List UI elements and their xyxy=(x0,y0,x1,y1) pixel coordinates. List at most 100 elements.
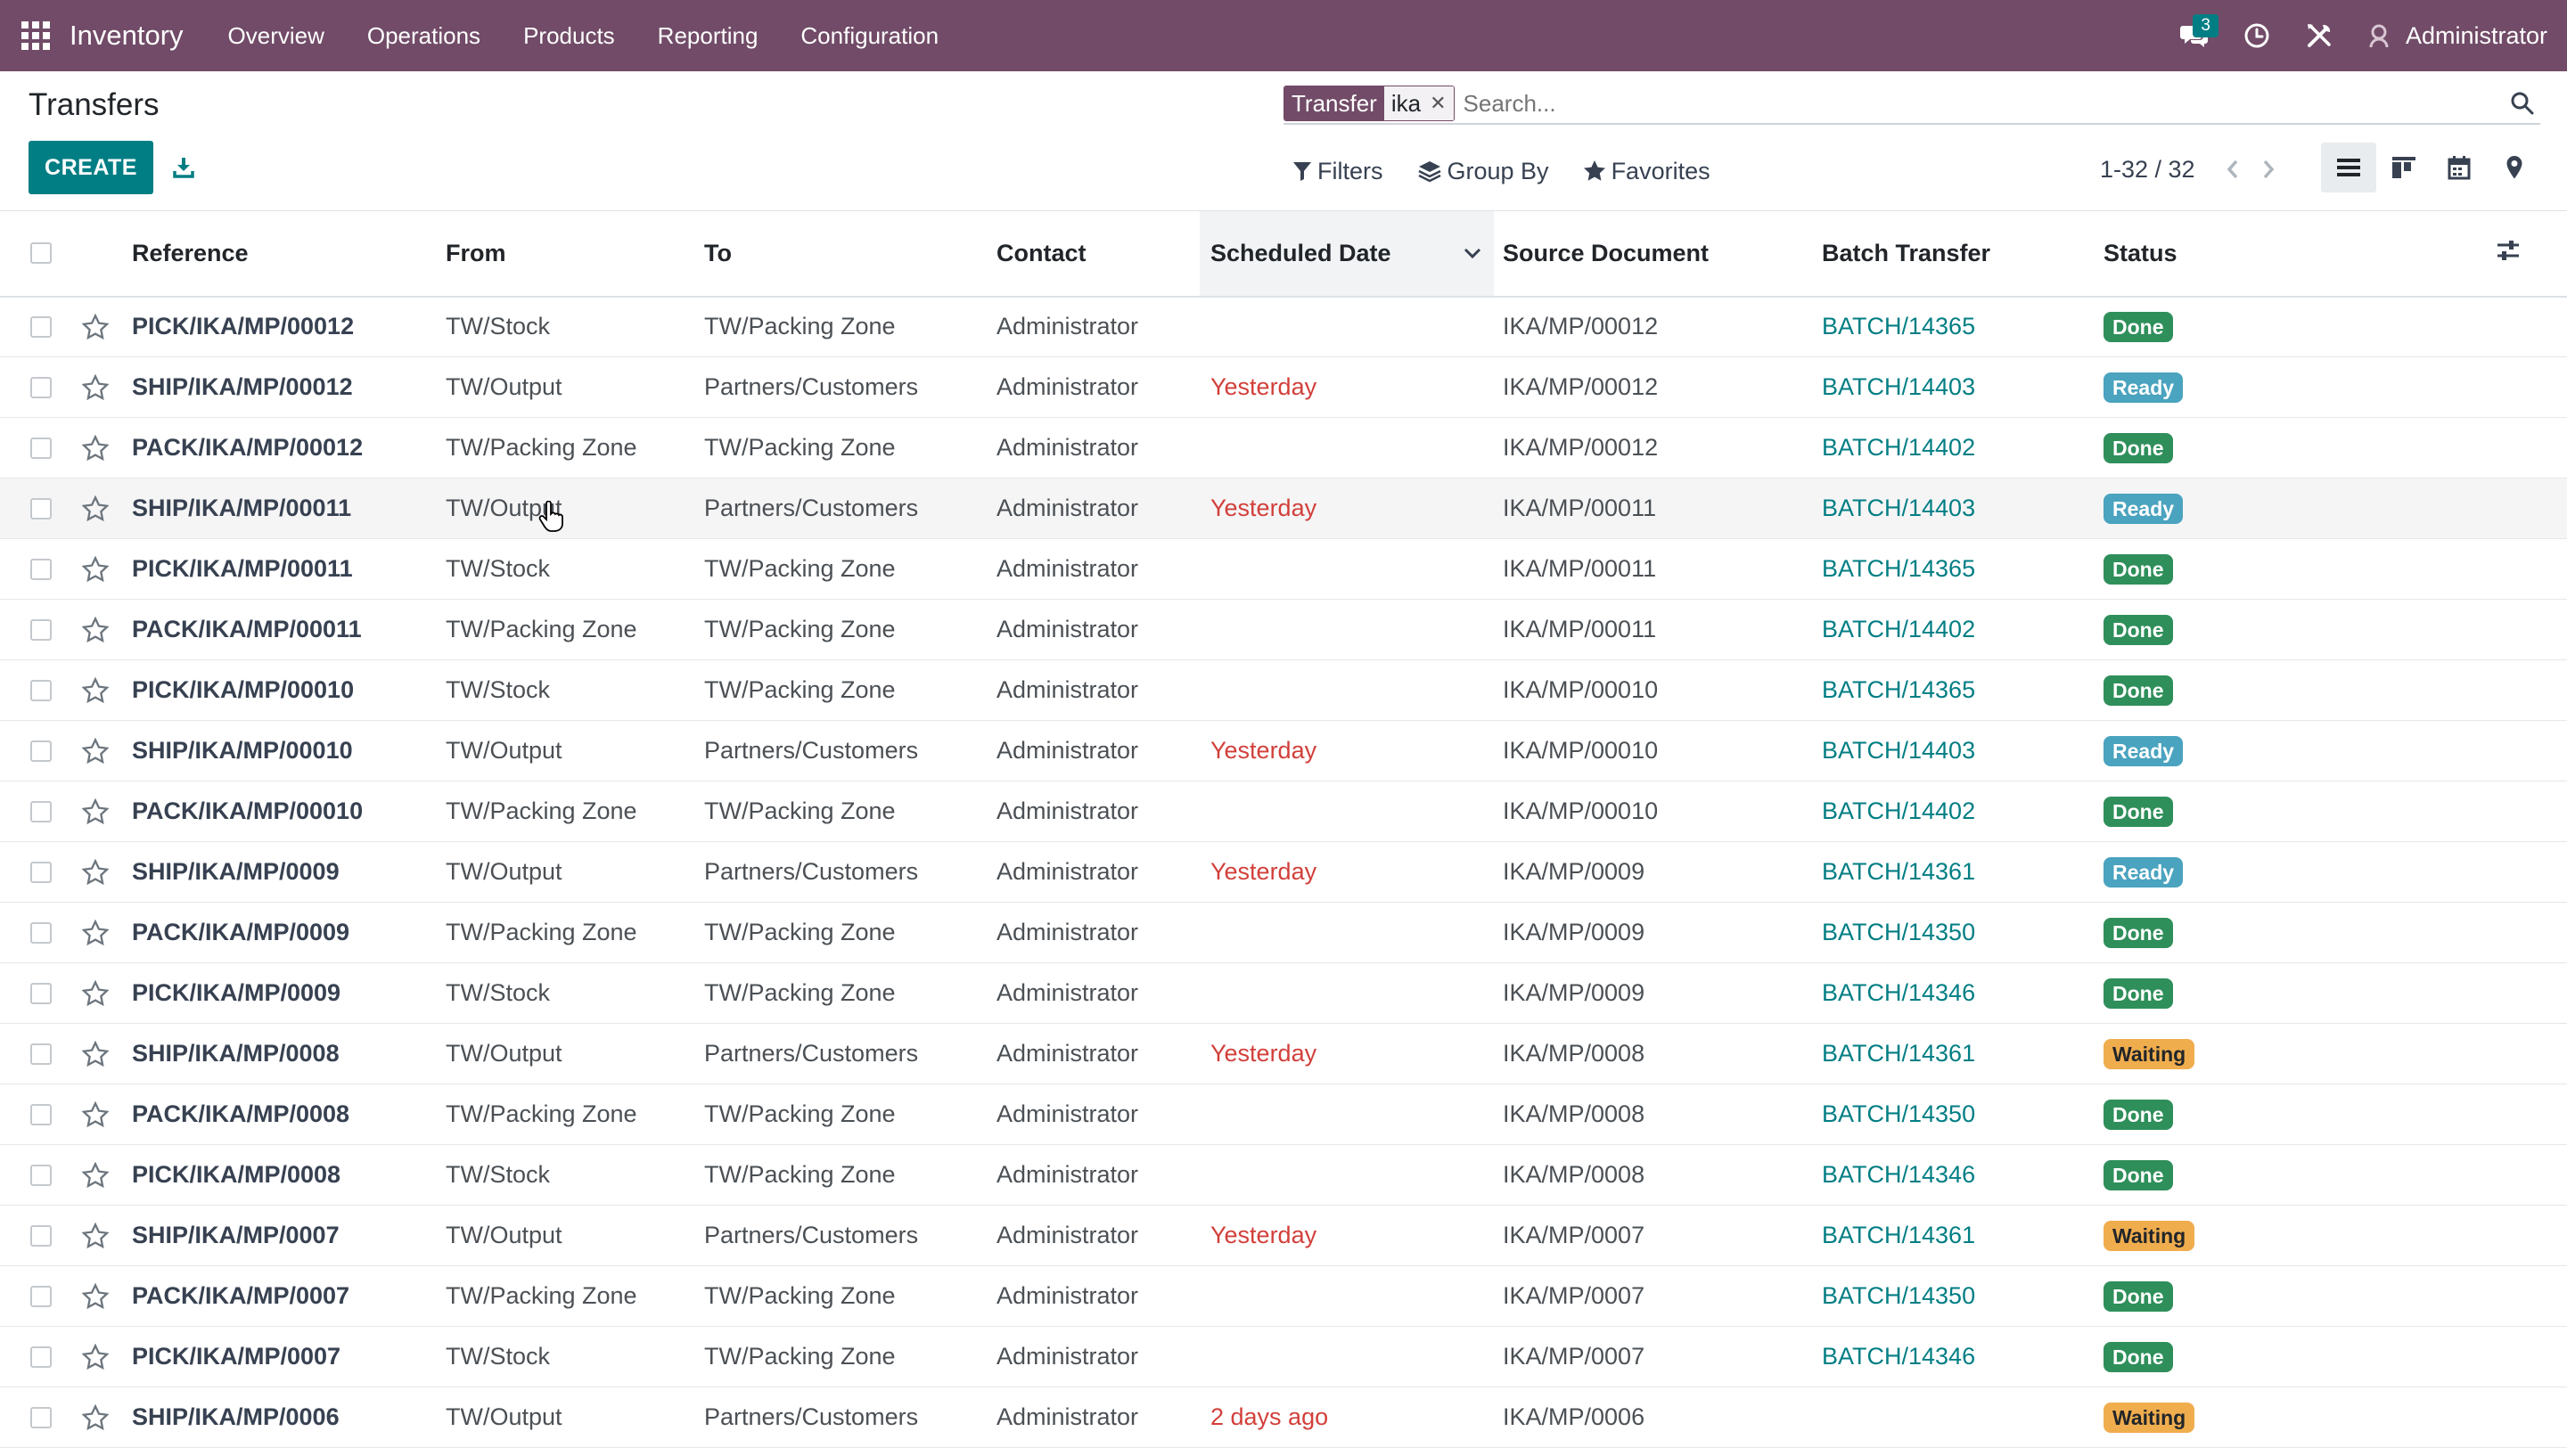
table-row[interactable]: PICK/IKA/MP/0008 TW/Stock TW/Packing Zone A… xyxy=(0,1145,2567,1206)
kanban-view-button[interactable] xyxy=(2376,143,2432,192)
favorite-toggle[interactable] xyxy=(82,616,132,643)
row-checkbox[interactable] xyxy=(30,982,52,1004)
batch-transfer-cell[interactable]: BATCH/14365 xyxy=(1822,660,2104,721)
table-row[interactable]: PICK/IKA/MP/00011 TW/Stock TW/Packing Zone… xyxy=(0,539,2567,600)
batch-transfer-cell[interactable]: BATCH/14350 xyxy=(1822,1084,2104,1145)
table-row[interactable]: SHIP/IKA/MP/0008 TW/Output Partners/Custom… xyxy=(0,1024,2567,1084)
table-row[interactable]: SHIP/IKA/MP/0007 TW/Output Partners/Custom… xyxy=(0,1206,2567,1266)
column-header-from[interactable]: From xyxy=(446,211,704,297)
column-header-scheduled-date[interactable]: Scheduled Date xyxy=(1200,210,1494,297)
row-checkbox[interactable] xyxy=(30,800,52,822)
column-header-batch-transfer[interactable]: Batch Transfer xyxy=(1822,211,2104,297)
favorite-toggle[interactable] xyxy=(82,798,132,825)
batch-transfer-cell[interactable]: BATCH/14361 xyxy=(1822,842,2104,903)
favorite-toggle[interactable] xyxy=(82,1161,132,1189)
table-row[interactable]: PACK/IKA/MP/00011 TW/Packing Zone TW/Packi… xyxy=(0,600,2567,660)
batch-transfer-cell[interactable]: BATCH/14346 xyxy=(1822,1327,2104,1387)
export-button[interactable] xyxy=(168,151,200,184)
row-checkbox[interactable] xyxy=(30,1164,52,1186)
favorite-toggle[interactable] xyxy=(82,495,132,522)
menu-products[interactable]: Products xyxy=(502,22,636,50)
row-checkbox[interactable] xyxy=(30,315,52,338)
map-view-button[interactable] xyxy=(2487,143,2542,192)
activities-button[interactable] xyxy=(2226,0,2288,71)
column-header-reference[interactable]: Reference xyxy=(132,211,446,297)
table-row[interactable]: SHIP/IKA/MP/0009 TW/Output Partners/Custom… xyxy=(0,842,2567,903)
table-row[interactable]: PICK/IKA/MP/00012 TW/Stock TW/Packing Zone… xyxy=(0,297,2567,357)
batch-transfer-cell[interactable]: BATCH/14346 xyxy=(1822,1145,2104,1206)
pager-next-button[interactable] xyxy=(2251,151,2286,187)
table-row[interactable]: SHIP/IKA/MP/00011 TW/Output Partners/Custo… xyxy=(0,478,2567,539)
table-row[interactable]: SHIP/IKA/MP/0006 TW/Output Partners/Custom… xyxy=(0,1387,2567,1448)
batch-transfer-cell[interactable]: BATCH/14365 xyxy=(1822,539,2104,600)
favorite-toggle[interactable] xyxy=(82,858,132,886)
table-row[interactable]: PICK/IKA/MP/00010 TW/Stock TW/Packing Zone… xyxy=(0,660,2567,721)
favorite-toggle[interactable] xyxy=(82,1222,132,1249)
batch-transfer-cell[interactable] xyxy=(1822,1387,2104,1448)
favorite-toggle[interactable] xyxy=(82,555,132,583)
batch-transfer-cell[interactable]: BATCH/14403 xyxy=(1822,721,2104,781)
favorite-toggle[interactable] xyxy=(82,1040,132,1067)
favorite-toggle[interactable] xyxy=(82,919,132,946)
favorite-toggle[interactable] xyxy=(82,737,132,765)
menu-overview[interactable]: Overview xyxy=(207,22,346,50)
favorite-toggle[interactable] xyxy=(82,1282,132,1310)
batch-transfer-cell[interactable]: BATCH/14403 xyxy=(1822,357,2104,418)
table-row[interactable]: PICK/IKA/MP/0009 TW/Stock TW/Packing Zone A… xyxy=(0,963,2567,1024)
messages-button[interactable]: 3 xyxy=(2163,0,2226,71)
row-checkbox[interactable] xyxy=(30,558,52,580)
apps-menu-icon[interactable] xyxy=(20,20,52,52)
batch-transfer-cell[interactable]: BATCH/14346 xyxy=(1822,963,2104,1024)
column-header-source-document[interactable]: Source Document xyxy=(1494,211,1822,297)
favorite-toggle[interactable] xyxy=(82,1403,132,1431)
row-checkbox[interactable] xyxy=(30,618,52,641)
column-header-status[interactable]: Status xyxy=(2104,211,2496,297)
list-view-button[interactable] xyxy=(2321,143,2376,192)
favorites-button[interactable]: Favorites xyxy=(1583,158,1710,185)
calendar-view-button[interactable] xyxy=(2432,143,2487,192)
favorite-toggle[interactable] xyxy=(82,434,132,462)
table-row[interactable]: SHIP/IKA/MP/00012 TW/Output Partners/Custo… xyxy=(0,357,2567,418)
row-checkbox[interactable] xyxy=(30,497,52,519)
row-checkbox[interactable] xyxy=(30,1285,52,1307)
row-checkbox[interactable] xyxy=(30,861,52,883)
table-row[interactable]: PACK/IKA/MP/0008 TW/Packing Zone TW/Packin… xyxy=(0,1084,2567,1145)
column-header-to[interactable]: To xyxy=(704,211,996,297)
table-row[interactable]: PACK/IKA/MP/00010 TW/Packing Zone TW/Packi… xyxy=(0,781,2567,842)
app-name[interactable]: Inventory xyxy=(70,20,184,52)
batch-transfer-cell[interactable]: BATCH/14361 xyxy=(1822,1206,2104,1266)
batch-transfer-cell[interactable]: BATCH/14402 xyxy=(1822,418,2104,479)
debug-tools-button[interactable] xyxy=(2288,0,2350,71)
batch-transfer-cell[interactable]: BATCH/14350 xyxy=(1822,1266,2104,1327)
groupby-button[interactable]: Group By xyxy=(1417,158,1549,185)
table-row[interactable]: PACK/IKA/MP/00012 TW/Packing Zone TW/Packi… xyxy=(0,418,2567,479)
row-checkbox[interactable] xyxy=(30,740,52,762)
table-row[interactable]: PACK/IKA/MP/0007 TW/Packing Zone TW/Packin… xyxy=(0,1266,2567,1327)
row-checkbox[interactable] xyxy=(30,1346,52,1368)
create-button[interactable]: CREATE xyxy=(29,141,153,194)
row-checkbox[interactable] xyxy=(30,1224,52,1247)
batch-transfer-cell[interactable]: BATCH/14402 xyxy=(1822,600,2104,660)
row-checkbox[interactable] xyxy=(30,1406,52,1428)
batch-transfer-cell[interactable]: BATCH/14365 xyxy=(1822,297,2104,357)
select-all-checkbox[interactable] xyxy=(30,242,52,265)
optional-columns-toggle[interactable] xyxy=(2496,211,2567,297)
facet-close-icon[interactable]: ✕ xyxy=(1430,86,1446,120)
table-row[interactable]: PICK/IKA/MP/0007 TW/Stock TW/Packing Zone A… xyxy=(0,1327,2567,1387)
batch-transfer-cell[interactable]: BATCH/14402 xyxy=(1822,781,2104,842)
menu-operations[interactable]: Operations xyxy=(346,22,502,50)
search-input[interactable] xyxy=(1463,86,2505,121)
pager-previous-button[interactable] xyxy=(2215,151,2251,187)
filters-button[interactable]: Filters xyxy=(1292,158,1383,185)
favorite-toggle[interactable] xyxy=(82,373,132,401)
pager-value[interactable]: 1-32 / 32 xyxy=(2100,156,2195,184)
column-header-contact[interactable]: Contact xyxy=(996,211,1200,297)
user-menu[interactable]: Administrator xyxy=(2350,20,2567,52)
row-checkbox[interactable] xyxy=(30,1043,52,1065)
row-checkbox[interactable] xyxy=(30,679,52,701)
favorite-toggle[interactable] xyxy=(82,313,132,340)
batch-transfer-cell[interactable]: BATCH/14350 xyxy=(1822,903,2104,963)
menu-configuration[interactable]: Configuration xyxy=(779,22,960,50)
search-button[interactable] xyxy=(2505,86,2540,121)
favorite-toggle[interactable] xyxy=(82,1343,132,1370)
